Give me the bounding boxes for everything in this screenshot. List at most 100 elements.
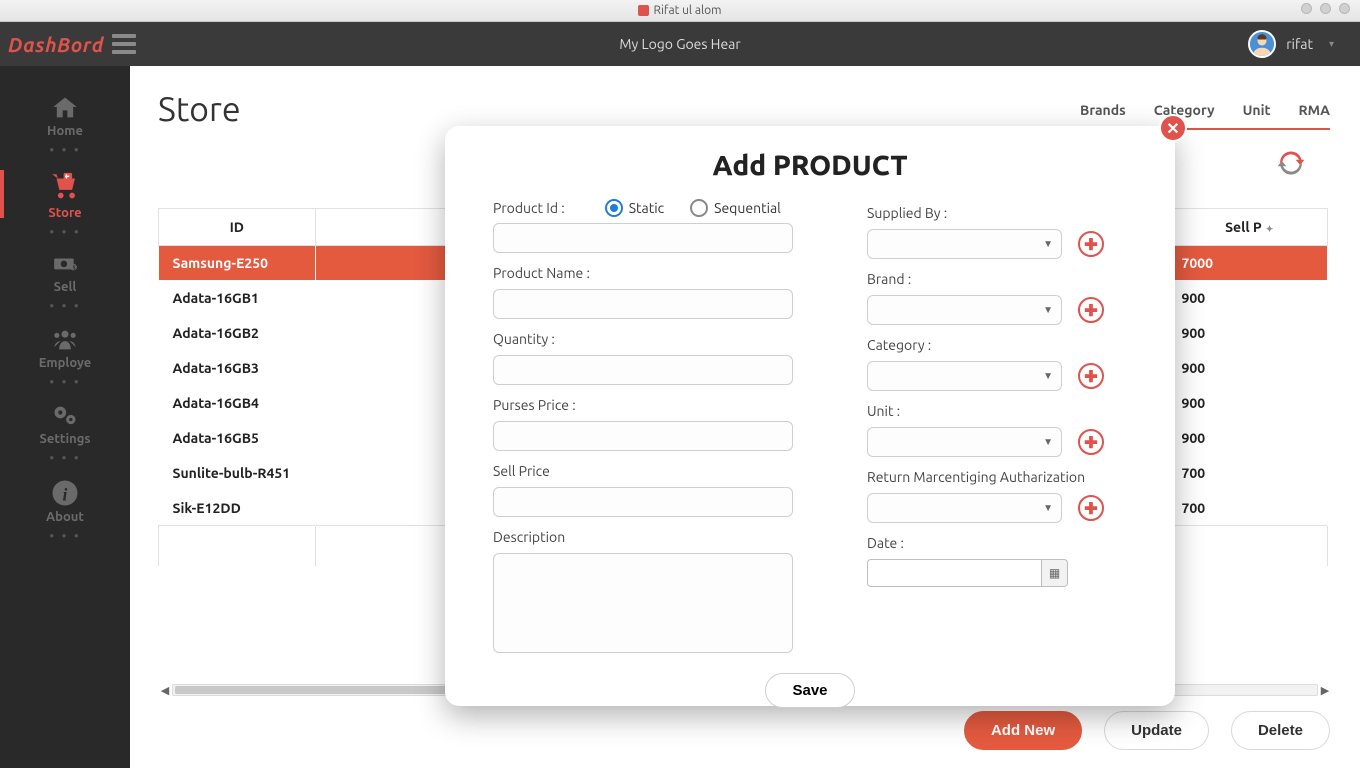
svg-text:i: i bbox=[63, 485, 68, 505]
sidebar-item-label: About bbox=[0, 510, 130, 524]
sidebar-item-about[interactable]: i About bbox=[0, 472, 130, 528]
sidebar-item-employe[interactable]: Employe bbox=[0, 320, 130, 374]
cell-id: Samsung-E250 bbox=[159, 246, 316, 281]
home-icon bbox=[48, 94, 82, 122]
chevron-down-icon: ▾ bbox=[1323, 38, 1340, 50]
sell-price-input[interactable] bbox=[493, 487, 793, 517]
sort-icon: ✦ bbox=[1266, 224, 1274, 234]
avatar bbox=[1248, 30, 1276, 58]
col-id[interactable]: ID bbox=[159, 209, 316, 246]
product-id-input[interactable] bbox=[493, 223, 793, 253]
gear-icon bbox=[46, 402, 84, 430]
quantity-input[interactable] bbox=[493, 355, 793, 385]
date-input[interactable] bbox=[867, 559, 1042, 587]
separator-icon: • • • bbox=[49, 224, 81, 240]
cell-id: Adata-16GB4 bbox=[159, 386, 316, 421]
unit-select[interactable]: ▼ bbox=[867, 427, 1062, 457]
product-name-input[interactable] bbox=[493, 289, 793, 319]
add-rma-button[interactable]: ✚ bbox=[1078, 495, 1104, 521]
rma-label: Return Marcentiging Autharization bbox=[867, 469, 1127, 485]
footer-actions: Add New Update Delete bbox=[964, 711, 1330, 750]
add-unit-button[interactable]: ✚ bbox=[1078, 429, 1104, 455]
save-button[interactable]: Save bbox=[765, 673, 854, 708]
calendar-icon[interactable]: ▦ bbox=[1042, 559, 1068, 587]
chevron-down-icon: ▼ bbox=[1043, 370, 1053, 382]
tab-category[interactable]: Category bbox=[1154, 102, 1215, 118]
separator-icon: • • • bbox=[49, 450, 81, 466]
col-sell-price[interactable]: Sell P✦ bbox=[1171, 209, 1328, 246]
topbar: DashBord My Logo Goes Hear rifat ▾ bbox=[0, 22, 1360, 66]
date-label: Date : bbox=[867, 535, 1127, 551]
cell-sell: 900 bbox=[1171, 281, 1328, 316]
window-title: Rifat ul alom bbox=[653, 4, 721, 17]
separator-icon: • • • bbox=[49, 374, 81, 390]
sidebar-item-settings[interactable]: Settings bbox=[0, 396, 130, 450]
app-icon bbox=[638, 5, 649, 16]
cart-icon bbox=[45, 170, 85, 204]
description-input[interactable] bbox=[493, 553, 793, 653]
close-icon[interactable]: ✕ bbox=[1159, 114, 1187, 142]
brand-logo: DashBord bbox=[8, 33, 104, 56]
user-menu[interactable]: rifat ▾ bbox=[1248, 30, 1340, 58]
logo-placeholder: My Logo Goes Hear bbox=[619, 36, 740, 52]
add-brand-button[interactable]: ✚ bbox=[1078, 297, 1104, 323]
tab-rma[interactable]: RMA bbox=[1299, 102, 1331, 118]
purse-price-label: Purses Price : bbox=[493, 397, 793, 413]
svg-text:$: $ bbox=[73, 265, 76, 271]
cell-id: Adata-16GB2 bbox=[159, 316, 316, 351]
brand-label: Brand : bbox=[867, 271, 1127, 287]
product-name-label: Product Name : bbox=[493, 265, 793, 281]
cell-id: Adata-16GB5 bbox=[159, 421, 316, 456]
sidebar-item-label: Home bbox=[0, 124, 130, 138]
sidebar-item-label: Store bbox=[0, 206, 130, 220]
category-select[interactable]: ▼ bbox=[867, 361, 1062, 391]
user-name: rifat bbox=[1286, 36, 1313, 52]
separator-icon: • • • bbox=[49, 142, 81, 158]
purse-price-input[interactable] bbox=[493, 421, 793, 451]
cell-id: Sunlite-bulb-R451 bbox=[159, 456, 316, 491]
sidebar-item-home[interactable]: Home bbox=[0, 88, 130, 142]
add-product-modal: ✕ Add PRODUCT Product Id : Static Sequen… bbox=[445, 126, 1175, 706]
sidebar-item-sell[interactable]: $ Sell bbox=[0, 246, 130, 298]
cell-sell: 700 bbox=[1171, 491, 1328, 526]
chevron-down-icon: ▼ bbox=[1043, 436, 1053, 448]
tab-brands[interactable]: Brands bbox=[1080, 102, 1126, 118]
separator-icon: • • • bbox=[49, 298, 81, 314]
info-icon: i bbox=[50, 478, 80, 508]
cash-icon: $ bbox=[46, 252, 84, 278]
add-supplier-button[interactable]: ✚ bbox=[1078, 231, 1104, 257]
supplied-by-select[interactable]: ▼ bbox=[867, 229, 1062, 259]
sidebar-item-label: Employe bbox=[0, 356, 130, 370]
window-close-icon[interactable] bbox=[1339, 3, 1350, 14]
product-id-label: Product Id : bbox=[493, 200, 565, 216]
cell-sell: 700 bbox=[1171, 456, 1328, 491]
sidebar: Home • • • Store • • • $ Sell • • • Empl… bbox=[0, 66, 130, 768]
sidebar-item-store[interactable]: Store bbox=[0, 164, 130, 224]
window-minimize-icon[interactable] bbox=[1301, 3, 1312, 14]
sidebar-item-label: Settings bbox=[0, 432, 130, 446]
window-maximize-icon[interactable] bbox=[1320, 3, 1331, 14]
modal-title: Add PRODUCT bbox=[493, 150, 1127, 181]
scroll-left-icon[interactable]: ◀ bbox=[158, 684, 172, 697]
cell-sell: 900 bbox=[1171, 421, 1328, 456]
scroll-right-icon[interactable]: ▶ bbox=[1318, 684, 1332, 697]
update-button[interactable]: Update bbox=[1104, 711, 1209, 750]
add-new-button[interactable]: Add New bbox=[964, 711, 1082, 750]
refresh-icon[interactable] bbox=[1278, 150, 1304, 176]
brand-select[interactable]: ▼ bbox=[867, 295, 1062, 325]
chevron-down-icon: ▼ bbox=[1043, 238, 1053, 250]
radio-sequential[interactable]: Sequential bbox=[690, 199, 781, 217]
cell-sell: 900 bbox=[1171, 351, 1328, 386]
radio-static[interactable]: Static bbox=[605, 199, 664, 217]
rma-select[interactable]: ▼ bbox=[867, 493, 1062, 523]
delete-button[interactable]: Delete bbox=[1231, 711, 1330, 750]
modal-right-column: Supplied By : ▼ ✚ Brand : ▼ ✚ Category :… bbox=[867, 199, 1127, 653]
menu-toggle-icon[interactable] bbox=[112, 32, 136, 56]
chevron-down-icon: ▼ bbox=[1043, 304, 1053, 316]
people-icon bbox=[46, 326, 84, 354]
tab-unit[interactable]: Unit bbox=[1243, 102, 1271, 118]
sidebar-item-label: Sell bbox=[0, 280, 130, 294]
category-label: Category : bbox=[867, 337, 1127, 353]
window-controls[interactable] bbox=[1301, 3, 1350, 14]
add-category-button[interactable]: ✚ bbox=[1078, 363, 1104, 389]
